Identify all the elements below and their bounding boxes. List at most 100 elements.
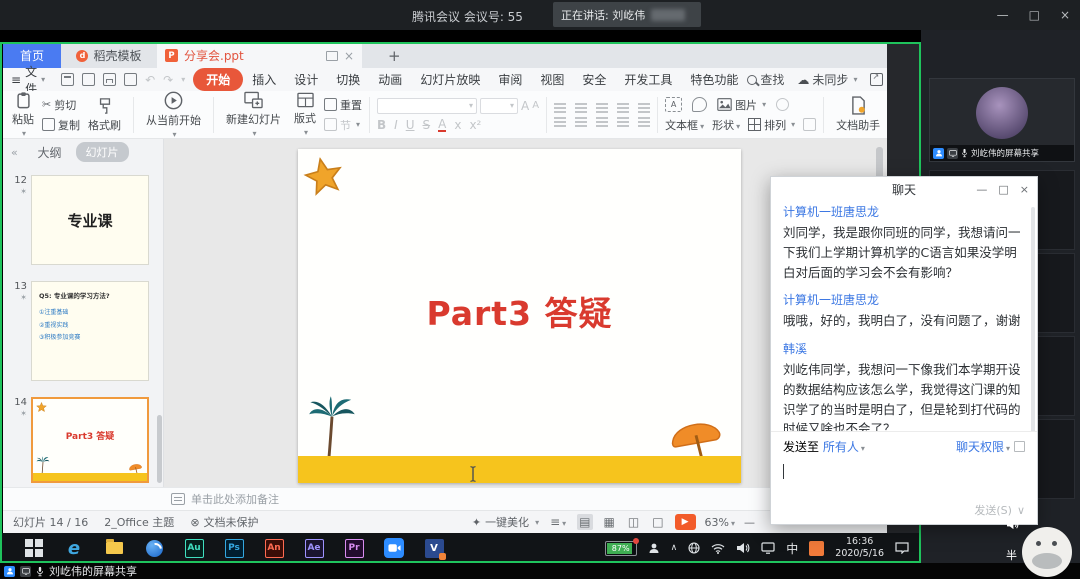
chat-permission-select[interactable]: 聊天权限 xyxy=(956,438,1010,455)
send-options-icon[interactable]: ∨ xyxy=(1017,504,1025,517)
reset-button[interactable]: 重置 xyxy=(324,97,362,113)
collapse-panel-icon[interactable]: « xyxy=(11,146,18,159)
layout-button[interactable]: 版式 xyxy=(289,91,321,138)
slides-tab[interactable]: 幻灯片 xyxy=(76,142,129,162)
italic-button[interactable]: I xyxy=(394,118,398,132)
tab-close-icon[interactable]: × xyxy=(344,49,354,63)
accessibility-icon[interactable] xyxy=(648,542,660,554)
taskbar-vapp[interactable]: V xyxy=(414,533,454,563)
chat-scrollbar[interactable] xyxy=(1031,207,1035,431)
section-button[interactable]: 节 xyxy=(324,117,362,133)
maximize-icon[interactable]: □ xyxy=(1029,8,1040,22)
shrink-font-button[interactable]: A xyxy=(532,100,539,111)
slide-sorter-icon[interactable]: ▦ xyxy=(602,514,617,530)
display-icon[interactable] xyxy=(761,542,775,554)
share-button[interactable]: 分享 xyxy=(870,71,887,88)
copy-button[interactable]: 复制 xyxy=(42,117,80,133)
minimize-icon[interactable]: — xyxy=(997,8,1009,22)
indent-increase-icon[interactable] xyxy=(617,103,629,105)
speaker-icon[interactable] xyxy=(1006,519,1019,530)
bold-button[interactable]: B xyxy=(377,118,386,132)
shapes-button[interactable]: 形状 xyxy=(712,117,740,133)
current-slide[interactable]: Part3 答疑 xyxy=(298,149,741,483)
ribbon-tab-review[interactable]: 审阅 xyxy=(489,68,531,91)
line-spacing-icon[interactable] xyxy=(638,103,650,105)
grow-font-button[interactable]: A xyxy=(521,99,529,113)
bullet-list-icon[interactable] xyxy=(554,103,566,105)
slide-thumbnail-14-selected[interactable]: 14✶ Part3 答疑 xyxy=(9,397,163,483)
strikethrough-button[interactable]: S xyxy=(423,118,431,132)
taskbar-photoshop[interactable]: Ps xyxy=(214,533,254,563)
start-button[interactable] xyxy=(14,533,54,563)
ribbon-tab-view[interactable]: 视图 xyxy=(531,68,573,91)
beautify-button[interactable]: ✦一键美化 xyxy=(472,514,539,530)
save-icon[interactable] xyxy=(61,73,74,86)
taskbar-explorer[interactable] xyxy=(94,533,134,563)
print-icon[interactable] xyxy=(103,73,116,86)
redo-icon[interactable]: ↷ xyxy=(163,73,173,87)
taskbar-edge[interactable]: e xyxy=(54,533,94,563)
theme-name[interactable]: 2_Office 主题 xyxy=(104,514,174,530)
ribbon-tab-design[interactable]: 设计 xyxy=(285,68,327,91)
chat-maximize-icon[interactable]: □ xyxy=(998,183,1008,196)
play-slideshow-button[interactable]: ▶ xyxy=(675,514,696,530)
align-justify-icon[interactable] xyxy=(617,117,629,119)
ribbon-tab-home[interactable]: 开始 xyxy=(193,68,243,91)
chat-input[interactable]: 发送(S) ∨ xyxy=(771,458,1037,524)
notes-bar[interactable]: 单击此处添加备注 xyxy=(3,487,887,510)
font-family-select[interactable]: ▾ xyxy=(377,98,477,114)
arrange-button[interactable]: 排列 xyxy=(748,117,795,133)
zoom-level[interactable]: 63% xyxy=(705,516,735,529)
play-from-current-button[interactable]: 从当前开始 xyxy=(141,91,206,139)
outline-tab[interactable]: 大纲 xyxy=(37,144,61,161)
subscript-button[interactable]: x xyxy=(454,118,461,132)
chat-message-list[interactable]: 计算机一班唐思龙 刘同学，我是跟你同班的同学，我想请问一下我们上学期计算机学的C… xyxy=(771,201,1037,431)
tab-document[interactable]: P 分享会.ppt × xyxy=(157,43,362,68)
fill-icon[interactable] xyxy=(803,118,816,131)
indent-decrease-icon[interactable] xyxy=(596,103,608,105)
network-globe-icon[interactable] xyxy=(688,542,700,554)
send-button[interactable]: 发送(S) ∨ xyxy=(974,502,1025,518)
slide-thumbnail-12[interactable]: 12✶ 专业课 xyxy=(9,175,163,265)
doc-assistant-button[interactable]: 文档助手 xyxy=(831,95,885,134)
close-icon[interactable]: × xyxy=(1060,8,1070,22)
notes-toggle-icon[interactable]: ≡ xyxy=(548,514,568,530)
ribbon-tab-security[interactable]: 安全 xyxy=(573,68,615,91)
action-center-icon[interactable] xyxy=(895,542,909,554)
taskbar-premiere[interactable]: Pr xyxy=(334,533,374,563)
battery-indicator[interactable]: 87% xyxy=(605,541,637,556)
align-left-icon[interactable] xyxy=(554,117,566,119)
ribbon-tab-animation[interactable]: 动画 xyxy=(369,68,411,91)
ime-indicator[interactable]: 中 xyxy=(786,540,798,557)
align-center-icon[interactable] xyxy=(575,117,587,119)
chevron-down-icon[interactable]: ▾ xyxy=(181,75,185,84)
undo-icon[interactable]: ↶ xyxy=(145,73,155,87)
wifi-icon[interactable] xyxy=(711,543,725,554)
chat-close-icon[interactable]: × xyxy=(1020,183,1029,196)
recipient-select[interactable]: 所有人 xyxy=(823,438,865,455)
chat-minimize-icon[interactable]: — xyxy=(976,183,987,196)
hidden-icons-chevron[interactable]: ∧ xyxy=(671,543,678,553)
taskbar-animate[interactable]: An xyxy=(254,533,294,563)
taskbar-browser[interactable] xyxy=(134,533,174,563)
numbered-list-icon[interactable] xyxy=(575,103,587,105)
taskbar-aftereffects[interactable]: Ae xyxy=(294,533,334,563)
zoom-out-button[interactable]: — xyxy=(744,516,755,529)
columns-icon[interactable] xyxy=(638,117,650,119)
print-preview-icon[interactable] xyxy=(124,73,137,86)
new-slide-button[interactable]: 新建幻灯片 xyxy=(221,91,286,139)
ribbon-tab-insert[interactable]: 插入 xyxy=(243,68,285,91)
participant-tile[interactable]: 刘屹伟的屏幕共享 xyxy=(929,78,1075,162)
clock[interactable]: 16:36 2020/5/16 xyxy=(835,536,884,561)
corner-avatar[interactable] xyxy=(1022,527,1072,577)
normal-view-icon[interactable]: ▤ xyxy=(577,514,592,530)
cut-button[interactable]: ✂剪切 xyxy=(42,97,80,113)
find-button[interactable]: 查找 xyxy=(747,71,784,88)
output-icon[interactable] xyxy=(82,73,95,86)
taskbar-audition[interactable]: Au xyxy=(174,533,214,563)
picture-button[interactable]: 图片 xyxy=(717,97,766,113)
new-tab-button[interactable]: + xyxy=(388,47,401,65)
align-right-icon[interactable] xyxy=(596,117,608,119)
format-painter-button[interactable]: 格式刷 xyxy=(83,96,126,134)
slide-thumbnail-13[interactable]: 13✶ Q5: 专业课的学习方法? ①注重基础 ②重视实践 ③积极参加竞赛 xyxy=(9,281,163,381)
